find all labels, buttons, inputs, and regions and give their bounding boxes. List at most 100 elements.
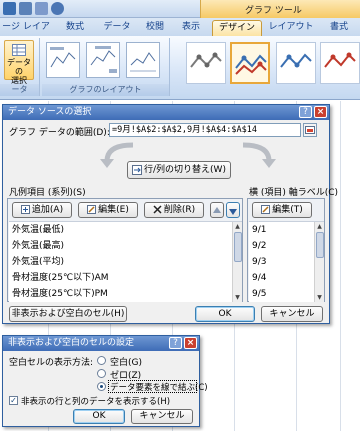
edit-label: 編集(E) <box>98 205 129 215</box>
dialog-title-text: 非表示および空白のセルの設定 <box>8 338 135 348</box>
delete-label: 削除(R) <box>163 205 196 215</box>
tab-view[interactable]: 表示 <box>176 20 206 36</box>
switch-label: 行/列の切り替え(W) <box>144 165 226 175</box>
list-item[interactable]: 外気温(平均) <box>10 254 64 270</box>
ribbon-tabs: ージ レイアウト 数式 データ 校閲 表示 デザイン レイアウト 書式 <box>0 18 360 54</box>
range-label: グラフ データの範囲(D): <box>9 128 110 138</box>
hidden-empty-cells-dialog: 非表示および空白のセルの設定 ? × 空白セルの表示方法: 空白(G) ゼロ(Z… <box>2 335 208 427</box>
edit-icon <box>261 205 271 214</box>
layout-thumb-1[interactable] <box>46 42 80 78</box>
help-icon[interactable]: ? <box>169 337 182 349</box>
ok-button[interactable]: OK <box>195 306 255 322</box>
tab-data[interactable]: データ <box>98 20 136 36</box>
style-thumb-3[interactable] <box>276 42 316 84</box>
show-hidden-checkbox[interactable]: ✓ <box>9 396 18 405</box>
hidden-cells-label: 非表示および空白のセル(H) <box>11 309 125 319</box>
select-data-source-dialog: データ ソースの選択 ? × グラフ データの範囲(D): =9月!$A$2:$… <box>2 104 338 324</box>
right-curve-arrow-icon <box>242 142 276 168</box>
switch-icon <box>132 164 143 175</box>
chart-layouts-group: グラフのレイアウト <box>42 38 170 96</box>
ribbon-body: データの 選択 ータ グラフのレイアウト <box>0 36 360 100</box>
radio-gap[interactable] <box>97 356 106 365</box>
help-icon[interactable] <box>51 2 64 15</box>
table-icon <box>12 44 26 56</box>
up-arrow-icon <box>213 207 221 213</box>
tab-layout[interactable]: レイアウト <box>266 20 316 36</box>
option-connect-label: データ要素を線で結ぶ(C) <box>110 383 208 393</box>
style-thumb-1[interactable] <box>186 42 226 84</box>
delete-series-button[interactable]: 削除(R) <box>144 202 204 218</box>
close-icon[interactable]: × <box>314 106 327 118</box>
office-button-icon[interactable] <box>3 2 16 15</box>
chart-data-range-input[interactable]: =9月!$A$2:$A$2,9月!$A$4:$A$14 <box>109 123 301 137</box>
ok-button[interactable]: OK <box>73 409 125 424</box>
move-down-button[interactable] <box>226 202 240 218</box>
hidden-empty-cells-button[interactable]: 非表示および空白のセル(H) <box>9 306 127 322</box>
close-icon[interactable]: × <box>184 337 197 349</box>
list-item[interactable]: 9/2 <box>250 238 266 254</box>
range-picker-icon[interactable] <box>303 123 317 137</box>
list-item[interactable]: 9/1 <box>250 222 266 238</box>
list-item[interactable]: 外気温(最高) <box>10 238 64 254</box>
axis-scrollbar[interactable]: ▲ ▼ <box>314 222 324 302</box>
list-item[interactable]: 9/5 <box>250 286 266 302</box>
edit-axis-labels-button[interactable]: 編集(T) <box>252 202 312 218</box>
tab-formulas[interactable]: 数式 <box>58 20 92 36</box>
ok-label: OK <box>218 309 232 319</box>
dialog-title: データ ソースの選択 ? × <box>3 105 329 120</box>
dialog-title-text: データ ソースの選択 <box>8 107 92 117</box>
context-title: グラフ ツール <box>245 6 302 16</box>
add-series-button[interactable]: 追加(A) <box>12 202 72 218</box>
data-group-label: ータ <box>0 84 39 96</box>
dialog-title: 非表示および空白のセルの設定 ? × <box>3 336 199 351</box>
layout-thumb-2[interactable] <box>86 42 120 78</box>
edit-icon <box>87 205 97 214</box>
undo-icon[interactable] <box>35 2 48 15</box>
list-item[interactable]: 外気温(最低) <box>10 222 64 238</box>
tab-format[interactable]: 書式 <box>322 20 356 36</box>
layout-thumb-3[interactable] <box>126 42 160 78</box>
show-hidden-label: 非表示の行と列のデータを表示する(H) <box>21 397 171 407</box>
list-item[interactable]: 9/3 <box>250 254 266 270</box>
empty-cells-label: 空白セルの表示方法: <box>9 358 94 368</box>
cancel-button[interactable]: キャンセル <box>131 409 193 424</box>
series-scrollbar[interactable]: ▲ ▼ <box>232 222 242 302</box>
save-icon[interactable] <box>19 2 32 15</box>
radio-zero[interactable] <box>97 369 106 378</box>
app-title-bar: グラフ ツール <box>0 0 360 18</box>
down-arrow-icon <box>229 209 237 215</box>
tab-review[interactable]: 校閲 <box>140 20 170 36</box>
add-icon <box>20 205 30 214</box>
select-data-label-1: データの <box>7 58 31 76</box>
axis-labels-list: 9/1 9/2 9/3 9/4 9/5 ▲ ▼ <box>249 221 324 302</box>
tab-design[interactable]: デザイン <box>212 20 262 36</box>
list-item[interactable]: 9/4 <box>250 270 266 286</box>
chart-layouts-label: グラフのレイアウト <box>42 84 169 96</box>
axis-labels-panel: 編集(T) 9/1 9/2 9/3 9/4 9/5 ▲ ▼ <box>247 198 325 302</box>
chart-tools-context: グラフ ツール <box>200 0 360 18</box>
axis-header: 横 (項目) 軸ラベル(C) <box>249 188 339 198</box>
cancel-label: キャンセル <box>139 411 185 421</box>
cancel-label: キャンセル <box>269 309 315 319</box>
edit-series-button[interactable]: 編集(E) <box>78 202 138 218</box>
style-thumb-2-selected[interactable] <box>230 42 270 84</box>
series-list: 外気温(最低) 外気温(最高) 外気温(平均) 骨材温度(25℃以下)AM 骨材… <box>9 221 242 302</box>
list-item[interactable]: 骨材温度(25℃以下)AM <box>10 270 109 286</box>
axis-edit-label: 編集(T) <box>272 205 303 215</box>
switch-row-column-button[interactable]: 行/列の切り替え(W) <box>127 161 231 179</box>
add-label: 追加(A) <box>31 205 64 215</box>
style-thumb-4[interactable] <box>320 42 360 84</box>
series-header: 凡例項目 (系列)(S) <box>9 188 86 198</box>
tab-page-layout[interactable]: ージ レイアウト <box>0 20 52 47</box>
ok-label: OK <box>92 411 106 421</box>
list-item[interactable]: 骨材温度(25℃以下)PM <box>10 286 108 302</box>
data-group: データの 選択 ータ <box>0 38 40 96</box>
series-panel: 追加(A) 編集(E) 削除(R) 外気温(最低) 外気温(最高) 外気温(平均… <box>7 198 243 302</box>
chart-styles-group <box>172 38 360 96</box>
radio-connect[interactable] <box>97 382 106 391</box>
delete-icon <box>153 205 162 214</box>
move-up-button[interactable] <box>210 202 224 218</box>
help-icon[interactable]: ? <box>299 106 312 118</box>
cancel-button[interactable]: キャンセル <box>261 306 323 322</box>
select-data-button[interactable]: データの 選択 <box>4 40 34 85</box>
